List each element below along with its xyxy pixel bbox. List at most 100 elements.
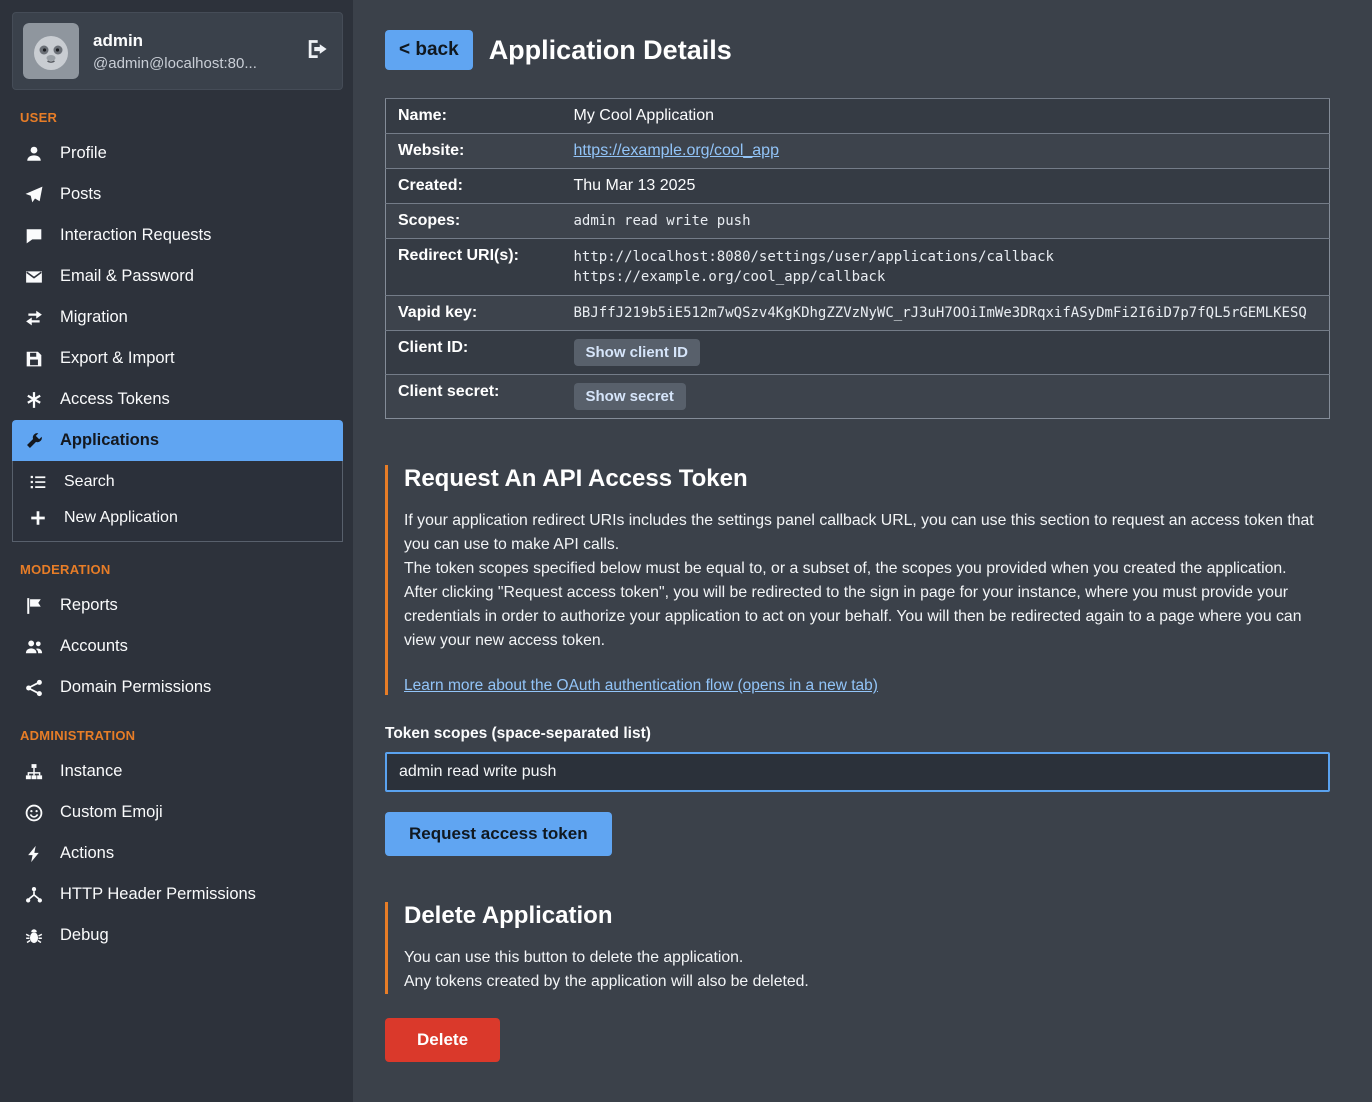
section-label-moderation: MODERATION [20, 562, 335, 577]
row-label: Website: [386, 134, 562, 169]
sidebar-item-email-password[interactable]: Email & Password [12, 256, 343, 297]
table-row-client-secret: Client secret: Show secret [386, 375, 1330, 419]
redirect-uri: http://localhost:8080/settings/user/appl… [574, 247, 1318, 267]
sidebar-item-export-import[interactable]: Export & Import [12, 338, 343, 379]
share-nodes-icon [24, 679, 44, 697]
section-paragraph: The token scopes specified below must be… [404, 557, 1330, 581]
sidebar-item-interaction-requests[interactable]: Interaction Requests [12, 215, 343, 256]
row-value: http://localhost:8080/settings/user/appl… [562, 239, 1330, 296]
section-title: Delete Application [404, 902, 1330, 930]
show-secret-button[interactable]: Show secret [574, 383, 686, 410]
sidebar-item-label: New Application [64, 509, 178, 527]
users-icon [24, 638, 44, 656]
user-card[interactable]: admin @admin@localhost:80... [12, 12, 343, 90]
sidebar-item-domain-permissions[interactable]: Domain Permissions [12, 667, 343, 708]
sidebar-item-label: Interaction Requests [60, 226, 211, 245]
row-value: Show client ID [562, 331, 1330, 375]
section-paragraph: You can use this button to delete the ap… [404, 946, 1330, 970]
envelope-icon [24, 268, 44, 286]
comment-icon [24, 227, 44, 245]
moderation-nav: Reports Accounts Domain Permissions [12, 585, 343, 708]
sidebar-item-label: Search [64, 473, 115, 491]
user-handle: @admin@localhost:80... [93, 55, 257, 72]
section-paragraph: After clicking "Request access token", y… [404, 581, 1330, 653]
user-nav: Profile Posts Interaction Requests Email… [12, 133, 343, 542]
sidebar-item-posts[interactable]: Posts [12, 174, 343, 215]
sidebar-item-applications[interactable]: Applications [12, 420, 343, 461]
row-label: Scopes: [386, 204, 562, 239]
sidebar-item-label: HTTP Header Permissions [60, 885, 256, 904]
user-icon [24, 145, 44, 163]
row-value: admin read write push [562, 204, 1330, 239]
sidebar-item-label: Accounts [60, 637, 128, 656]
applications-subnav: Search New Application [12, 461, 343, 542]
applications-group: Applications Search New Application [12, 420, 343, 542]
sidebar-item-label: Email & Password [60, 267, 194, 286]
row-value: Show secret [562, 375, 1330, 419]
row-value: Thu Mar 13 2025 [562, 169, 1330, 204]
main-content: < back Application Details Name: My Cool… [353, 0, 1372, 1102]
delete-button[interactable]: Delete [385, 1018, 500, 1062]
application-details-table: Name: My Cool Application Website: https… [385, 98, 1330, 419]
table-row-client-id: Client ID: Show client ID [386, 331, 1330, 375]
row-value: https://example.org/cool_app [562, 134, 1330, 169]
table-row-vapid-key: Vapid key: BBJffJ219b5iE512m7wQSzv4KgKDh… [386, 296, 1330, 331]
sidebar-item-new-application[interactable]: New Application [13, 500, 342, 536]
sidebar-item-label: Instance [60, 762, 122, 781]
sidebar-item-label: Export & Import [60, 349, 175, 368]
sidebar-item-label: Reports [60, 596, 118, 615]
sign-out-icon[interactable] [306, 38, 328, 65]
show-client-id-button[interactable]: Show client ID [574, 339, 701, 366]
network-nodes-icon [24, 886, 44, 904]
avatar [23, 23, 79, 79]
table-row-scopes: Scopes: admin read write push [386, 204, 1330, 239]
sidebar-item-label: Migration [60, 308, 128, 327]
section-paragraph: If your application redirect URIs includ… [404, 509, 1330, 557]
row-label: Redirect URI(s): [386, 239, 562, 296]
sidebar-item-label: Access Tokens [60, 390, 170, 409]
sidebar-item-accounts[interactable]: Accounts [12, 626, 343, 667]
wrench-icon [24, 432, 44, 450]
sidebar-item-migration[interactable]: Migration [12, 297, 343, 338]
sidebar-item-applications-search[interactable]: Search [13, 464, 342, 500]
sidebar-item-profile[interactable]: Profile [12, 133, 343, 174]
website-link[interactable]: https://example.org/cool_app [574, 142, 779, 159]
floppy-disk-icon [24, 350, 44, 368]
row-label: Name: [386, 99, 562, 134]
back-button[interactable]: < back [385, 30, 473, 70]
request-access-token-button[interactable]: Request access token [385, 812, 612, 856]
row-label: Client ID: [386, 331, 562, 375]
page-title: Application Details [489, 35, 732, 66]
table-row-website: Website: https://example.org/cool_app [386, 134, 1330, 169]
redirect-uri: https://example.org/cool_app/callback [574, 267, 1318, 287]
sidebar-item-actions[interactable]: Actions [12, 833, 343, 874]
sidebar-item-http-header-permissions[interactable]: HTTP Header Permissions [12, 874, 343, 915]
sidebar-item-label: Debug [60, 926, 109, 945]
list-icon [28, 473, 48, 491]
sidebar: admin @admin@localhost:80... USER Profil… [0, 0, 353, 1102]
row-value: BBJffJ219b5iE512m7wQSzv4KgKDhgZZVzNyWC_r… [562, 296, 1330, 331]
sidebar-item-access-tokens[interactable]: Access Tokens [12, 379, 343, 420]
sidebar-item-label: Posts [60, 185, 101, 204]
sidebar-item-instance[interactable]: Instance [12, 751, 343, 792]
bug-icon [24, 927, 44, 945]
table-row-created: Created: Thu Mar 13 2025 [386, 169, 1330, 204]
sidebar-item-custom-emoji[interactable]: Custom Emoji [12, 792, 343, 833]
sidebar-item-label: Profile [60, 144, 107, 163]
transfer-arrows-icon [24, 309, 44, 327]
user-name: admin [93, 31, 257, 51]
token-scopes-label: Token scopes (space-separated list) [385, 725, 1330, 743]
sidebar-item-reports[interactable]: Reports [12, 585, 343, 626]
section-label-administration: ADMINISTRATION [20, 728, 335, 743]
sidebar-item-label: Custom Emoji [60, 803, 163, 822]
oauth-docs-link[interactable]: Learn more about the OAuth authenticatio… [404, 677, 878, 695]
sidebar-item-label: Domain Permissions [60, 678, 211, 697]
table-row-name: Name: My Cool Application [386, 99, 1330, 134]
row-value: My Cool Application [562, 99, 1330, 134]
token-scopes-input[interactable] [385, 752, 1330, 792]
row-label: Client secret: [386, 375, 562, 419]
section-label-user: USER [20, 110, 335, 125]
sidebar-item-label: Actions [60, 844, 114, 863]
sidebar-item-debug[interactable]: Debug [12, 915, 343, 956]
asterisk-icon [24, 391, 44, 409]
